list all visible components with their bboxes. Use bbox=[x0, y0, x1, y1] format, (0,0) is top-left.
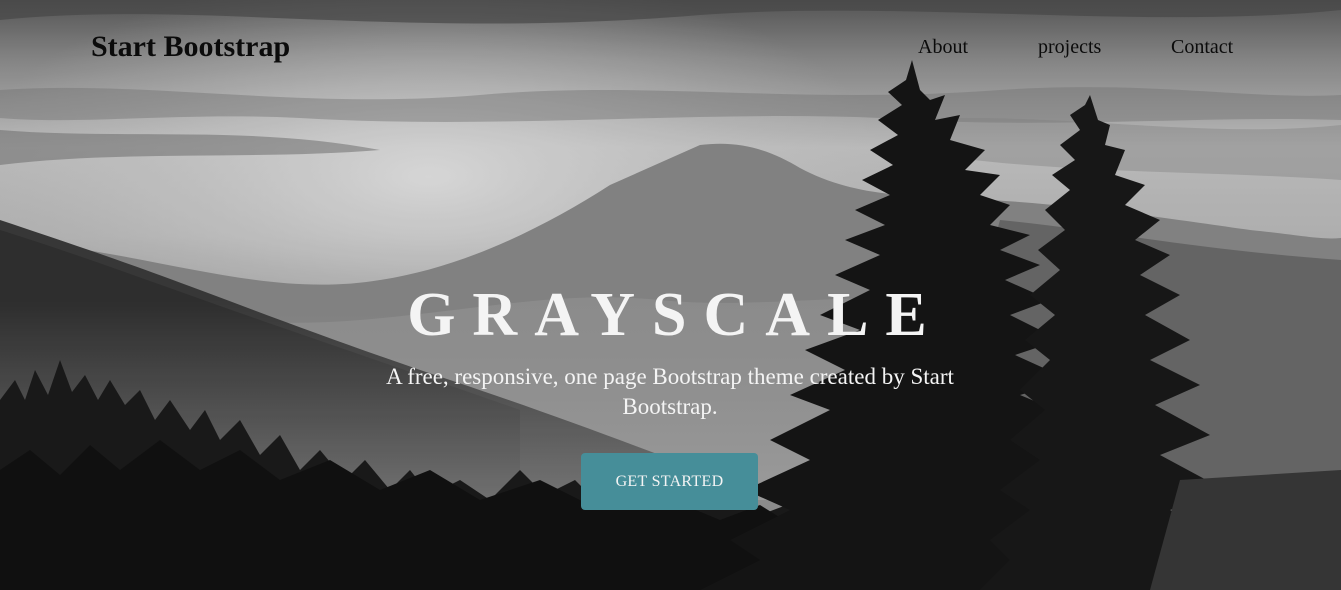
nav-link-about[interactable]: About bbox=[918, 36, 968, 59]
nav-link-contact[interactable]: Contact bbox=[1171, 36, 1233, 59]
get-started-button[interactable]: GET STARTED bbox=[581, 453, 758, 510]
brand-logo-link[interactable]: Start Bootstrap bbox=[91, 30, 290, 64]
top-navbar: Start Bootstrap About projects Contact bbox=[0, 0, 1341, 96]
nav-link-projects[interactable]: projects bbox=[1038, 36, 1101, 59]
hero-tagline: A free, responsive, one page Bootstrap t… bbox=[386, 364, 954, 419]
hero-section: Start Bootstrap About projects Contact G… bbox=[0, 0, 1341, 590]
hero-headline: GRAYSCALE bbox=[407, 281, 944, 349]
